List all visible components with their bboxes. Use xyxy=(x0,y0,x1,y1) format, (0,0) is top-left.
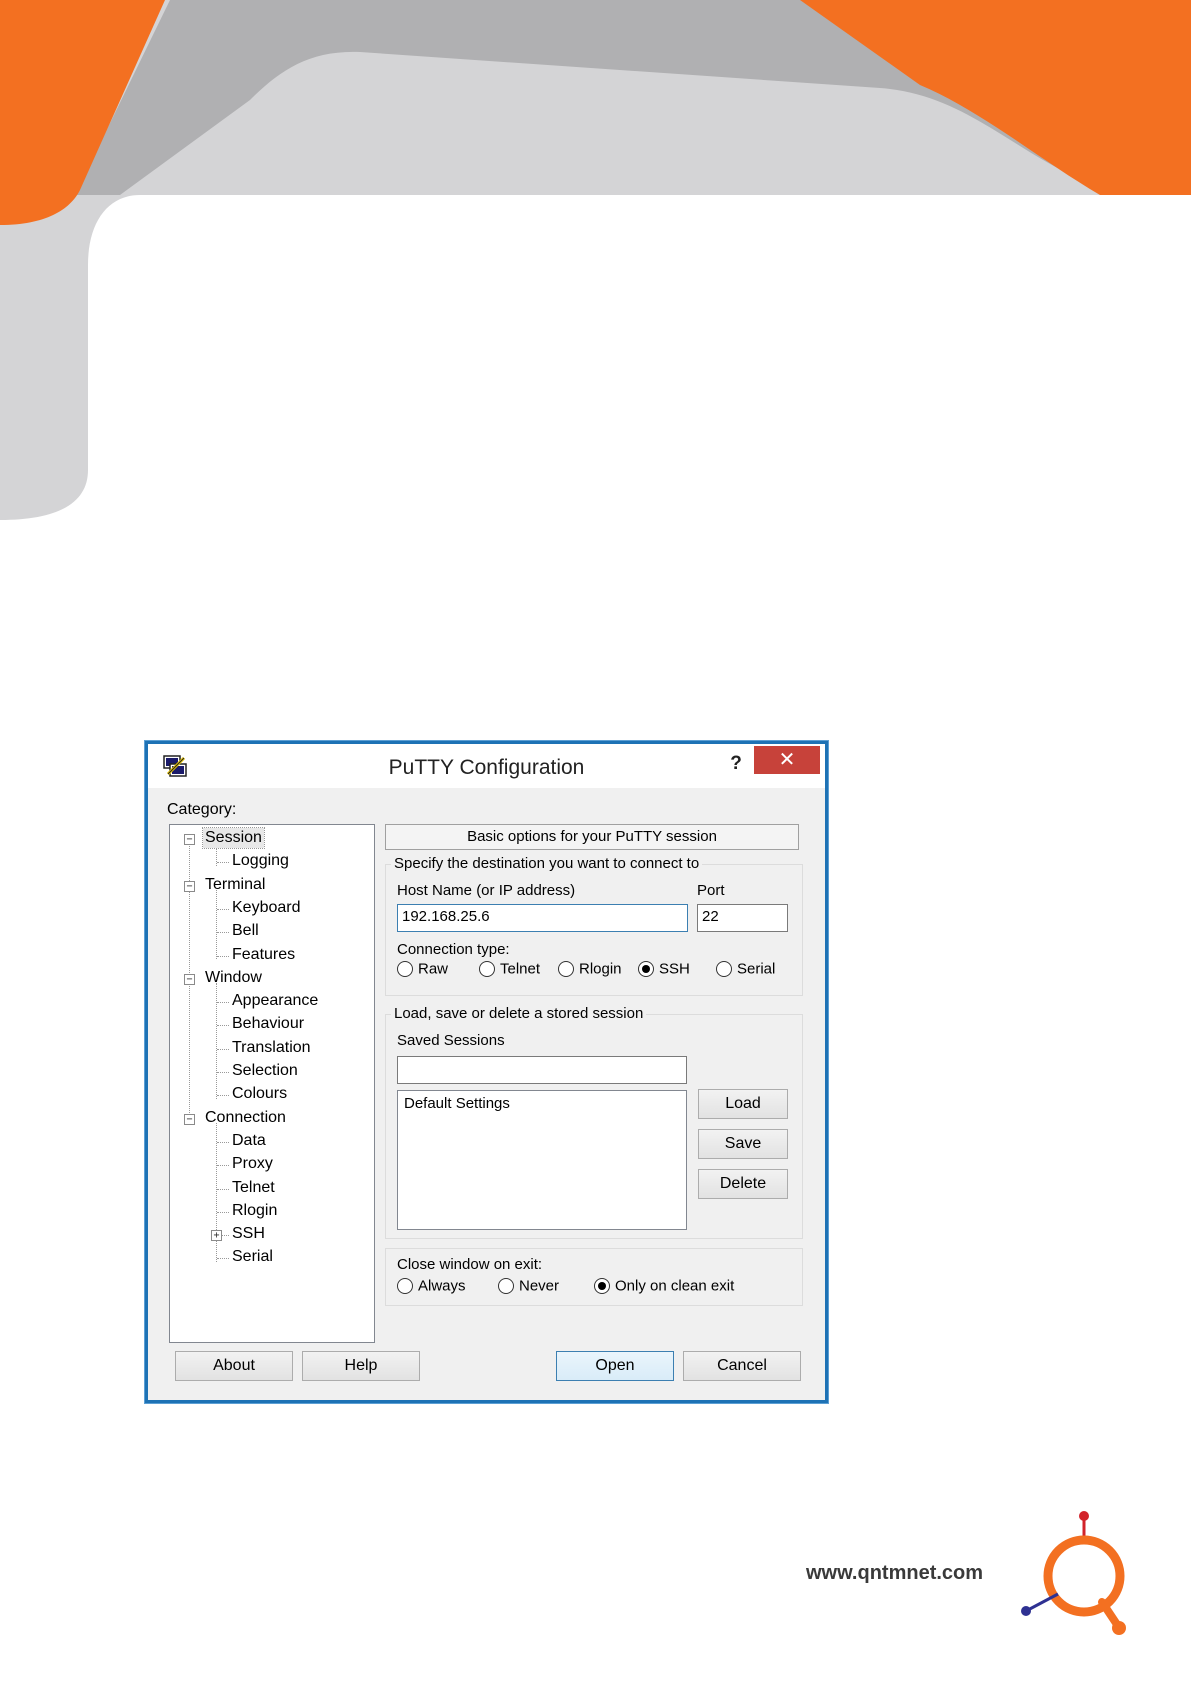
help-button[interactable]: Help xyxy=(302,1351,420,1381)
radio-label: Telnet xyxy=(500,960,541,978)
conn-type-radio-serial[interactable]: Serial xyxy=(716,960,775,980)
conn-type-radio-rlogin[interactable]: Rlogin xyxy=(558,960,622,980)
header-decoration xyxy=(0,0,1191,520)
cancel-button[interactable]: Cancel xyxy=(683,1351,801,1381)
title-bar: PuTTY Configuration ? ✕ xyxy=(148,744,825,788)
tree-connector xyxy=(217,908,229,910)
expand-icon[interactable]: + xyxy=(211,1230,222,1242)
connection-type-label: Connection type: xyxy=(397,941,510,958)
port-input[interactable]: 22 xyxy=(697,904,788,932)
tree-item-bell[interactable]: Bell xyxy=(230,921,261,941)
tree-connector xyxy=(217,1258,229,1260)
conn-type-radio-telnet[interactable]: Telnet xyxy=(479,960,540,980)
collapse-icon[interactable]: − xyxy=(184,1113,195,1125)
tree-item-connection[interactable]: Connection xyxy=(203,1108,288,1128)
category-label: Category: xyxy=(167,801,237,818)
radio-indicator[interactable] xyxy=(638,961,654,978)
tree-connector xyxy=(217,955,229,957)
tree-item-selection[interactable]: Selection xyxy=(230,1061,300,1081)
close-button[interactable]: ✕ xyxy=(754,746,820,774)
radio-label: Serial xyxy=(737,960,776,978)
host-name-label: Host Name (or IP address) xyxy=(397,882,576,899)
panel-header: Basic options for your PuTTY session xyxy=(385,824,799,850)
radio-indicator[interactable] xyxy=(498,1278,514,1295)
tree-item-terminal[interactable]: Terminal xyxy=(203,875,267,895)
tree-connector xyxy=(217,1002,229,1004)
close-exit-radio-always[interactable]: Always xyxy=(397,1277,466,1297)
tree-item-proxy[interactable]: Proxy xyxy=(230,1154,275,1174)
saved-sessions-input[interactable] xyxy=(397,1056,687,1084)
saved-sessions-list[interactable]: Default Settings xyxy=(397,1090,687,1230)
saved-sessions-label: Saved Sessions xyxy=(397,1032,505,1049)
about-button[interactable]: About xyxy=(175,1351,293,1381)
radio-indicator[interactable] xyxy=(479,961,495,978)
tree-item-colours[interactable]: Colours xyxy=(230,1084,289,1104)
radio-label: Rlogin xyxy=(579,960,622,978)
tree-connector xyxy=(217,1211,229,1213)
radio-label: Always xyxy=(418,1277,466,1295)
tree-connector xyxy=(217,1141,229,1143)
tree-item-rlogin[interactable]: Rlogin xyxy=(230,1201,279,1221)
radio-indicator[interactable] xyxy=(716,961,732,978)
tree-item-serial[interactable]: Serial xyxy=(230,1247,275,1267)
tree-item-keyboard[interactable]: Keyboard xyxy=(230,898,303,918)
website-url: www.qntmnet.com xyxy=(806,1562,984,1584)
tree-item-telnet[interactable]: Telnet xyxy=(230,1178,277,1198)
collapse-icon[interactable]: − xyxy=(184,880,195,892)
load-button[interactable]: Load xyxy=(698,1089,788,1119)
radio-indicator[interactable] xyxy=(397,1278,413,1295)
radio-label: Only on clean exit xyxy=(615,1277,735,1295)
tree-item-session[interactable]: Session xyxy=(202,827,265,849)
radio-label: Raw xyxy=(418,960,449,978)
sessions-group-title: Load, save or delete a stored session xyxy=(391,1005,647,1022)
tree-item-ssh[interactable]: SSH xyxy=(230,1224,267,1244)
tree-item-appearance[interactable]: Appearance xyxy=(230,991,320,1011)
tree-item-features[interactable]: Features xyxy=(230,945,297,965)
qntm-logo-icon xyxy=(1021,1511,1126,1635)
tree-connector xyxy=(216,1122,217,1263)
tree-item-logging[interactable]: Logging xyxy=(230,851,291,871)
delete-button[interactable]: Delete xyxy=(698,1169,788,1199)
radio-indicator[interactable] xyxy=(397,961,413,978)
tree-item-behaviour[interactable]: Behaviour xyxy=(230,1014,306,1034)
help-icon-button[interactable]: ? xyxy=(721,750,751,778)
conn-type-radio-ssh[interactable]: SSH xyxy=(638,960,690,980)
putty-config-window: PuTTY Configuration ? ✕ Category: − Sessi… xyxy=(145,741,828,1403)
list-item[interactable]: Default Settings xyxy=(404,1095,510,1112)
save-button[interactable]: Save xyxy=(698,1129,788,1159)
tree-connector xyxy=(216,889,217,960)
category-tree[interactable]: − Session Logging − Terminal Keyboard Bell Feat… xyxy=(169,824,375,1343)
tree-connector xyxy=(217,1048,229,1050)
tree-connector xyxy=(217,1165,229,1167)
tree-connector xyxy=(217,1072,229,1073)
tree-connector xyxy=(217,1095,229,1097)
tree-connector xyxy=(216,982,217,1100)
tree-connector xyxy=(217,862,229,864)
tree-connector xyxy=(217,1188,229,1190)
tree-connector xyxy=(217,932,229,934)
tree-item-data[interactable]: Data xyxy=(230,1131,268,1151)
radio-label: SSH xyxy=(659,960,690,978)
open-button[interactable]: Open xyxy=(556,1351,674,1381)
conn-type-radio-raw[interactable]: Raw xyxy=(397,960,448,980)
radio-indicator[interactable] xyxy=(558,961,574,978)
collapse-icon[interactable]: − xyxy=(184,834,195,845)
close-on-exit-label: Close window on exit: xyxy=(397,1256,543,1273)
collapse-icon[interactable]: − xyxy=(184,973,195,985)
close-exit-radio-never[interactable]: Never xyxy=(498,1277,559,1297)
destination-group-title: Specify the destination you want to conn… xyxy=(391,855,703,872)
host-name-input[interactable]: 192.168.25.6 xyxy=(397,904,688,932)
radio-label: Never xyxy=(519,1277,560,1295)
radio-indicator[interactable] xyxy=(594,1278,610,1295)
tree-item-window[interactable]: Window xyxy=(203,968,264,988)
close-exit-radio-only-on-clean-exit[interactable]: Only on clean exit xyxy=(594,1277,734,1297)
port-label: Port xyxy=(697,882,725,899)
tree-connector xyxy=(217,1025,229,1027)
tree-item-translation[interactable]: Translation xyxy=(230,1038,313,1058)
